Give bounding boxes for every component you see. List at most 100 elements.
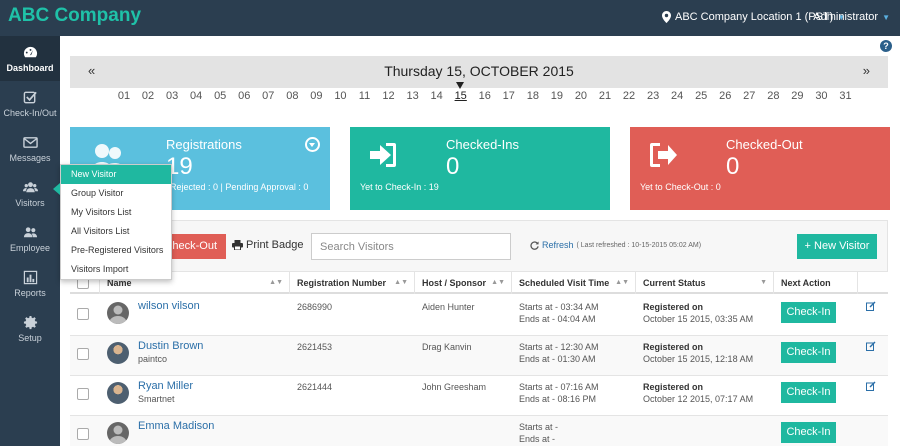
- checked-ins-subtext: Yet to Check-In : 19: [360, 182, 439, 192]
- refresh-label: Refresh: [542, 240, 574, 250]
- day-02[interactable]: 02: [137, 90, 159, 102]
- visitor-name-link[interactable]: Ryan Miller: [138, 380, 193, 392]
- day-16[interactable]: 16: [474, 90, 496, 102]
- dashboard-icon: [23, 46, 37, 57]
- sidebar-item-setup[interactable]: Setup: [0, 306, 60, 351]
- circle-chevron-down-icon[interactable]: [305, 137, 320, 152]
- sidebar-item-label: Reports: [14, 287, 46, 298]
- envelope-icon: [22, 136, 38, 148]
- day-09[interactable]: 09: [305, 90, 327, 102]
- location-label: ABC Company Location 1 (PST): [675, 11, 834, 23]
- day-22[interactable]: 22: [618, 90, 640, 102]
- row-checkbox[interactable]: [77, 348, 89, 360]
- visitor-name-link[interactable]: Dustin Brown: [138, 340, 203, 352]
- checked-out-subtext: Yet to Check-Out : 0: [640, 182, 721, 192]
- host-name: John Greesham: [422, 382, 487, 392]
- checked-ins-card[interactable]: Checked-Ins 0 Yet to Check-In : 19: [350, 127, 610, 210]
- day-25[interactable]: 25: [690, 90, 712, 102]
- edit-icon[interactable]: [866, 381, 876, 391]
- day-31[interactable]: 31: [835, 90, 857, 102]
- row-checkbox[interactable]: [77, 428, 89, 440]
- column-header-label: Registration Number: [297, 278, 387, 288]
- avatar: [107, 422, 129, 444]
- check-in-button[interactable]: Check-In: [781, 342, 836, 363]
- visitor-name-link[interactable]: Emma Madison: [138, 420, 214, 432]
- sidebar-item-messages[interactable]: Messages: [0, 126, 60, 171]
- day-04[interactable]: 04: [185, 90, 207, 102]
- visitor-name-link[interactable]: wilson vilson: [138, 300, 200, 312]
- column-header-registration[interactable]: Registration Number ▲▼: [290, 272, 415, 294]
- day-30[interactable]: 30: [810, 90, 832, 102]
- sidebar-item-check-in-out[interactable]: Check-In/Out: [0, 81, 60, 126]
- status-label: Registered on: [643, 342, 704, 352]
- menu-item-visitors-import[interactable]: Visitors Import: [61, 260, 171, 279]
- registrations-subtext: Rejected : 0 | Pending Approval : 0: [170, 182, 309, 192]
- new-visitor-button[interactable]: + New Visitor: [797, 234, 877, 259]
- sidebar-item-dashboard[interactable]: Dashboard: [0, 36, 60, 81]
- print-badge-button[interactable]: Print Badge: [232, 239, 303, 251]
- checked-out-card[interactable]: Checked-Out 0 Yet to Check-Out : 0: [630, 127, 890, 210]
- column-header-scheduled[interactable]: Scheduled Visit Time ▲▼: [512, 272, 636, 294]
- day-24[interactable]: 24: [666, 90, 688, 102]
- day-18[interactable]: 18: [522, 90, 544, 102]
- day-08[interactable]: 08: [281, 90, 303, 102]
- edit-icon[interactable]: [866, 301, 876, 311]
- day-29[interactable]: 29: [786, 90, 808, 102]
- user-silhouette-icon: [109, 305, 127, 324]
- brand-logo[interactable]: ABC Company: [8, 5, 141, 27]
- day-14[interactable]: 14: [426, 90, 448, 102]
- day-17[interactable]: 17: [498, 90, 520, 102]
- sort-icon: ▲▼: [615, 279, 629, 286]
- user-menu[interactable]: Administrator ▼: [813, 11, 890, 23]
- day-07[interactable]: 07: [257, 90, 279, 102]
- day-03[interactable]: 03: [161, 90, 183, 102]
- row-checkbox[interactable]: [77, 388, 89, 400]
- day-27[interactable]: 27: [738, 90, 760, 102]
- sidebar-item-visitors[interactable]: Visitors: [0, 171, 60, 216]
- visit-end: Ends at -: [519, 434, 556, 444]
- menu-item-my-visitors-list[interactable]: My Visitors List: [61, 203, 171, 222]
- sidebar-item-employee[interactable]: Employee: [0, 216, 60, 261]
- day-20[interactable]: 20: [570, 90, 592, 102]
- day-05[interactable]: 05: [209, 90, 231, 102]
- day-19[interactable]: 19: [546, 90, 568, 102]
- menu-item-group-visitor[interactable]: Group Visitor: [61, 184, 171, 203]
- column-header-label: Next Action: [781, 278, 831, 288]
- column-header-status[interactable]: Current Status ▼: [636, 272, 774, 294]
- refresh-button[interactable]: Refresh ( Last refreshed : 10-15-2015 05…: [530, 240, 701, 250]
- row-checkbox[interactable]: [77, 308, 89, 320]
- search-visitors-input[interactable]: [311, 233, 511, 260]
- sidebar-item-reports[interactable]: Reports: [0, 261, 60, 306]
- check-in-button[interactable]: Check-In: [781, 302, 836, 323]
- check-in-button[interactable]: Check-In: [781, 382, 836, 403]
- check-in-button[interactable]: Check-In: [781, 422, 836, 443]
- menu-item-all-visitors-list[interactable]: All Visitors List: [61, 222, 171, 241]
- day-13[interactable]: 13: [402, 90, 424, 102]
- current-date-title: Thursday 15, OCTOBER 2015: [384, 63, 574, 79]
- day-06[interactable]: 06: [233, 90, 255, 102]
- day-01[interactable]: 01: [113, 90, 135, 102]
- edit-icon[interactable]: [866, 341, 876, 351]
- status-label: Registered on: [643, 382, 704, 392]
- table-row: Emma Madison Starts at - Ends at - Check-In: [70, 416, 888, 446]
- day-28[interactable]: 28: [762, 90, 784, 102]
- checked-out-count: 0: [726, 153, 740, 180]
- day-11[interactable]: 11: [354, 90, 376, 102]
- sort-icon: ▲▼: [394, 279, 408, 286]
- day-15[interactable]: 15: [450, 90, 472, 102]
- day-10[interactable]: 10: [329, 90, 351, 102]
- visitors-menu: New Visitor Group Visitor My Visitors Li…: [60, 164, 172, 280]
- next-month-button[interactable]: »: [863, 63, 870, 78]
- main-content: ? « Thursday 15, OCTOBER 2015 » 01 02 03 04…: [60, 36, 900, 446]
- help-icon[interactable]: ?: [880, 40, 892, 52]
- day-12[interactable]: 12: [378, 90, 400, 102]
- menu-item-pre-registered-visitors[interactable]: Pre-Registered Visitors: [61, 241, 171, 260]
- day-26[interactable]: 26: [714, 90, 736, 102]
- day-21[interactable]: 21: [594, 90, 616, 102]
- day-23[interactable]: 23: [642, 90, 664, 102]
- column-header-host[interactable]: Host / Sponsor ▲▼: [415, 272, 512, 294]
- menu-item-new-visitor[interactable]: New Visitor: [61, 165, 171, 184]
- column-header-label: Host / Sponsor: [422, 278, 487, 288]
- menu-pointer-icon: [53, 183, 60, 195]
- employees-icon: [23, 226, 37, 237]
